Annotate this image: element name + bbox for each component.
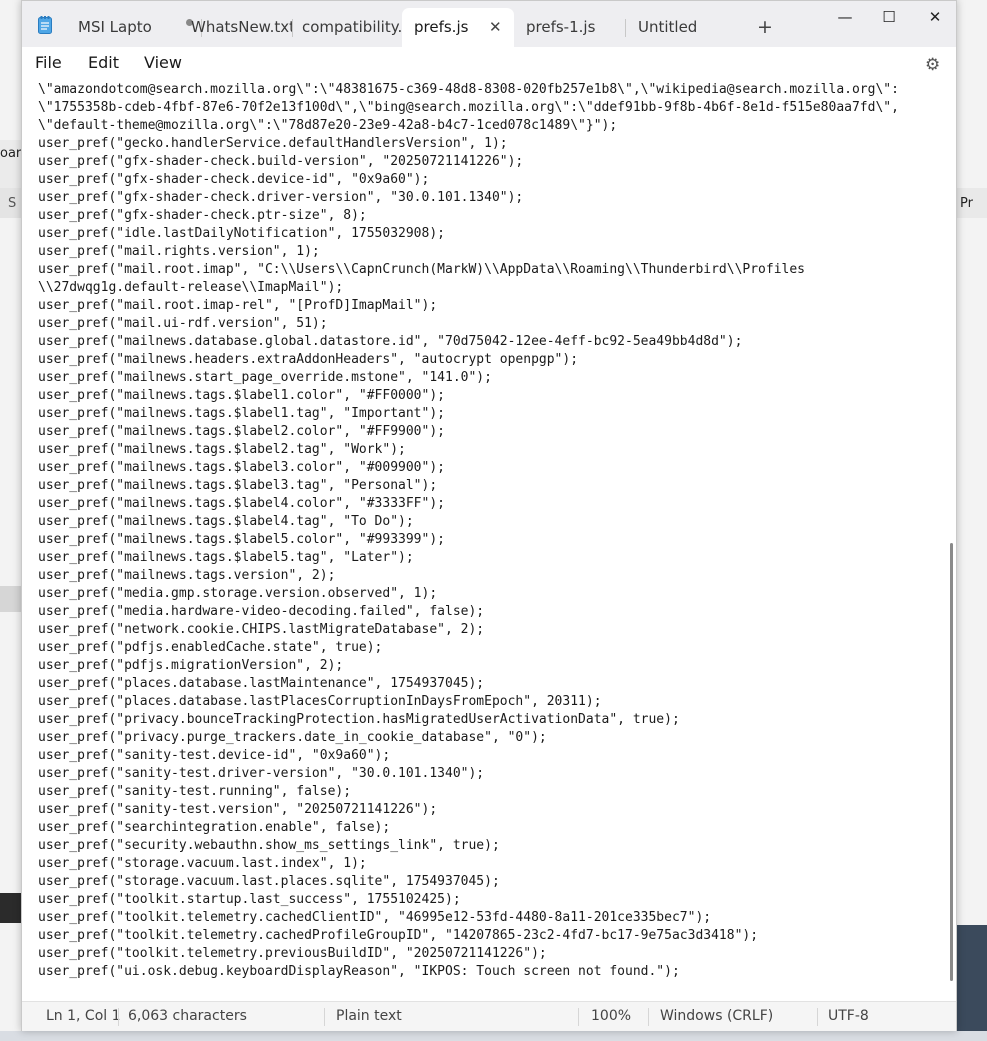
editor-line[interactable]: user_pref("mailnews.database.global.data…: [38, 333, 950, 351]
editor-line[interactable]: user_pref("places.database.lastMaintenan…: [38, 675, 950, 693]
background-strip: [0, 893, 22, 923]
editor-line[interactable]: \\27dwqg1g.default-release\\ImapMail");: [38, 279, 950, 297]
notepad-window: MSI Lapto WhatsNew.txt compatibility.ir …: [21, 0, 957, 1031]
editor-line[interactable]: user_pref("sanity-test.driver-version", …: [38, 765, 950, 783]
tab-label: prefs-1.js: [526, 18, 596, 36]
close-window-icon[interactable]: ✕: [920, 5, 950, 29]
editor-line[interactable]: user_pref("ui.osk.debug.keyboardDisplayR…: [38, 963, 950, 981]
background-strip: [0, 586, 22, 612]
editor-line[interactable]: \"1755358b-cdeb-4fbf-87e6-70f2e13f100d\"…: [38, 99, 950, 117]
background-text: oar: [0, 146, 22, 161]
editor-line[interactable]: user_pref("mailnews.start_page_override.…: [38, 369, 950, 387]
editor-line[interactable]: user_pref("mailnews.tags.$label5.color",…: [38, 531, 950, 549]
text-editor[interactable]: \"amazondotcom@search.mozilla.org\":\"48…: [22, 81, 950, 999]
status-divider: [817, 1008, 818, 1026]
editor-line[interactable]: user_pref("sanity-test.device-id", "0x9a…: [38, 747, 950, 765]
editor-line[interactable]: user_pref("mailnews.tags.$label3.color",…: [38, 459, 950, 477]
tab-untitled[interactable]: Untitled: [626, 8, 736, 47]
editor-line[interactable]: user_pref("mailnews.tags.version", 2);: [38, 567, 950, 585]
status-divider: [118, 1008, 119, 1026]
editor-line[interactable]: user_pref("mailnews.tags.$label2.tag", "…: [38, 441, 950, 459]
tab-label: compatibility.ir: [302, 18, 402, 36]
background-text: Pr: [960, 196, 973, 211]
menu-bar: File Edit View ⚙: [22, 47, 956, 81]
editor-line[interactable]: \"default-theme@mozilla.org\":\"78d87e20…: [38, 117, 950, 135]
editor-line[interactable]: user_pref("pdfjs.enabledCache.state", tr…: [38, 639, 950, 657]
editor-line[interactable]: user_pref("network.cookie.CHIPS.lastMigr…: [38, 621, 950, 639]
editor-line[interactable]: user_pref("toolkit.telemetry.cachedClien…: [38, 909, 950, 927]
editor-content[interactable]: \"amazondotcom@search.mozilla.org\":\"48…: [22, 81, 950, 981]
editor-line[interactable]: user_pref("gfx-shader-check.driver-versi…: [38, 189, 950, 207]
tab-prefs-1-js[interactable]: prefs-1.js: [514, 8, 624, 47]
editor-line[interactable]: user_pref("mailnews.tags.$label5.tag", "…: [38, 549, 950, 567]
background-taskbar: [0, 1031, 987, 1041]
character-count: 6,063 characters: [128, 1008, 247, 1024]
tab-label: MSI Lapto: [78, 18, 152, 36]
settings-gear-icon[interactable]: ⚙: [925, 55, 940, 75]
file-format: Plain text: [336, 1008, 402, 1024]
close-tab-icon[interactable]: ✕: [489, 8, 502, 46]
zoom-level[interactable]: 100%: [591, 1008, 631, 1024]
editor-line[interactable]: user_pref("media.hardware-video-decoding…: [38, 603, 950, 621]
editor-line[interactable]: user_pref("idle.lastDailyNotification", …: [38, 225, 950, 243]
tab-label: WhatsNew.txt: [191, 18, 293, 36]
menu-edit[interactable]: Edit: [88, 53, 119, 72]
editor-line[interactable]: user_pref("gfx-shader-check.device-id", …: [38, 171, 950, 189]
editor-line[interactable]: user_pref("mailnews.tags.$label4.tag", "…: [38, 513, 950, 531]
editor-line[interactable]: user_pref("toolkit.telemetry.cachedProfi…: [38, 927, 950, 945]
editor-line[interactable]: user_pref("storage.vacuum.last.places.sq…: [38, 873, 950, 891]
editor-line[interactable]: user_pref("places.database.lastPlacesCor…: [38, 693, 950, 711]
background-text: S: [8, 196, 17, 211]
editor-line[interactable]: user_pref("media.gmp.storage.version.obs…: [38, 585, 950, 603]
scrollbar-thumb[interactable]: [950, 543, 953, 981]
maximize-icon[interactable]: ☐: [874, 5, 904, 29]
editor-line[interactable]: user_pref("toolkit.startup.last_success"…: [38, 891, 950, 909]
editor-line[interactable]: user_pref("sanity-test.running", false);: [38, 783, 950, 801]
cursor-position[interactable]: Ln 1, Col 1: [46, 1008, 121, 1024]
editor-line[interactable]: user_pref("mailnews.tags.$label1.color",…: [38, 387, 950, 405]
status-divider: [648, 1008, 649, 1026]
editor-line[interactable]: \"amazondotcom@search.mozilla.org\":\"48…: [38, 81, 950, 99]
editor-line[interactable]: user_pref("mail.ui-rdf.version", 51);: [38, 315, 950, 333]
editor-line[interactable]: user_pref("toolkit.telemetry.previousBui…: [38, 945, 950, 963]
vertical-scrollbar[interactable]: [948, 83, 954, 999]
editor-line[interactable]: user_pref("searchintegration.enable", fa…: [38, 819, 950, 837]
editor-line[interactable]: user_pref("mailnews.tags.$label4.color",…: [38, 495, 950, 513]
status-bar: Ln 1, Col 1 6,063 characters Plain text …: [22, 1001, 956, 1031]
editor-line[interactable]: user_pref("sanity-test.version", "202507…: [38, 801, 950, 819]
editor-line[interactable]: user_pref("pdfjs.migrationVersion", 2);: [38, 657, 950, 675]
minimize-icon[interactable]: —: [830, 5, 860, 29]
editor-line[interactable]: user_pref("security.webauthn.show_ms_set…: [38, 837, 950, 855]
line-ending[interactable]: Windows (CRLF): [660, 1008, 773, 1024]
tab-label: Untitled: [638, 18, 698, 36]
editor-line[interactable]: user_pref("storage.vacuum.last.index", 1…: [38, 855, 950, 873]
background-thumbnail: [957, 925, 987, 1031]
notepad-app-icon: [38, 16, 52, 34]
editor-line[interactable]: user_pref("gfx-shader-check.build-versio…: [38, 153, 950, 171]
menu-file[interactable]: File: [35, 53, 62, 72]
editor-line[interactable]: user_pref("privacy.bounceTrackingProtect…: [38, 711, 950, 729]
editor-line[interactable]: user_pref("mail.root.imap-rel", "[ProfD]…: [38, 297, 950, 315]
tab-msi-lapto[interactable]: MSI Lapto: [66, 8, 188, 47]
editor-line[interactable]: user_pref("mailnews.tags.$label1.tag", "…: [38, 405, 950, 423]
new-tab-icon[interactable]: +: [757, 15, 773, 39]
status-divider: [324, 1008, 325, 1026]
editor-line[interactable]: user_pref("mail.rights.version", 1);: [38, 243, 950, 261]
menu-view[interactable]: View: [144, 53, 182, 72]
editor-line[interactable]: user_pref("privacy.purge_trackers.date_i…: [38, 729, 950, 747]
editor-line[interactable]: user_pref("mailnews.headers.extraAddonHe…: [38, 351, 950, 369]
tab-label: prefs.js: [414, 18, 469, 36]
editor-line[interactable]: user_pref("mailnews.tags.$label3.tag", "…: [38, 477, 950, 495]
text-encoding[interactable]: UTF-8: [828, 1008, 869, 1024]
background-window-right: [957, 0, 987, 1041]
editor-line[interactable]: user_pref("mailnews.tags.$label2.color",…: [38, 423, 950, 441]
status-divider: [578, 1008, 579, 1026]
editor-line[interactable]: user_pref("gfx-shader-check.ptr-size", 8…: [38, 207, 950, 225]
editor-line[interactable]: user_pref("gecko.handlerService.defaultH…: [38, 135, 950, 153]
editor-line[interactable]: user_pref("mail.root.imap", "C:\\Users\\…: [38, 261, 950, 279]
tab-whatsnew[interactable]: WhatsNew.txt: [179, 8, 293, 47]
tab-compatibility[interactable]: compatibility.ir: [290, 8, 402, 47]
title-bar[interactable]: MSI Lapto WhatsNew.txt compatibility.ir …: [22, 1, 956, 47]
